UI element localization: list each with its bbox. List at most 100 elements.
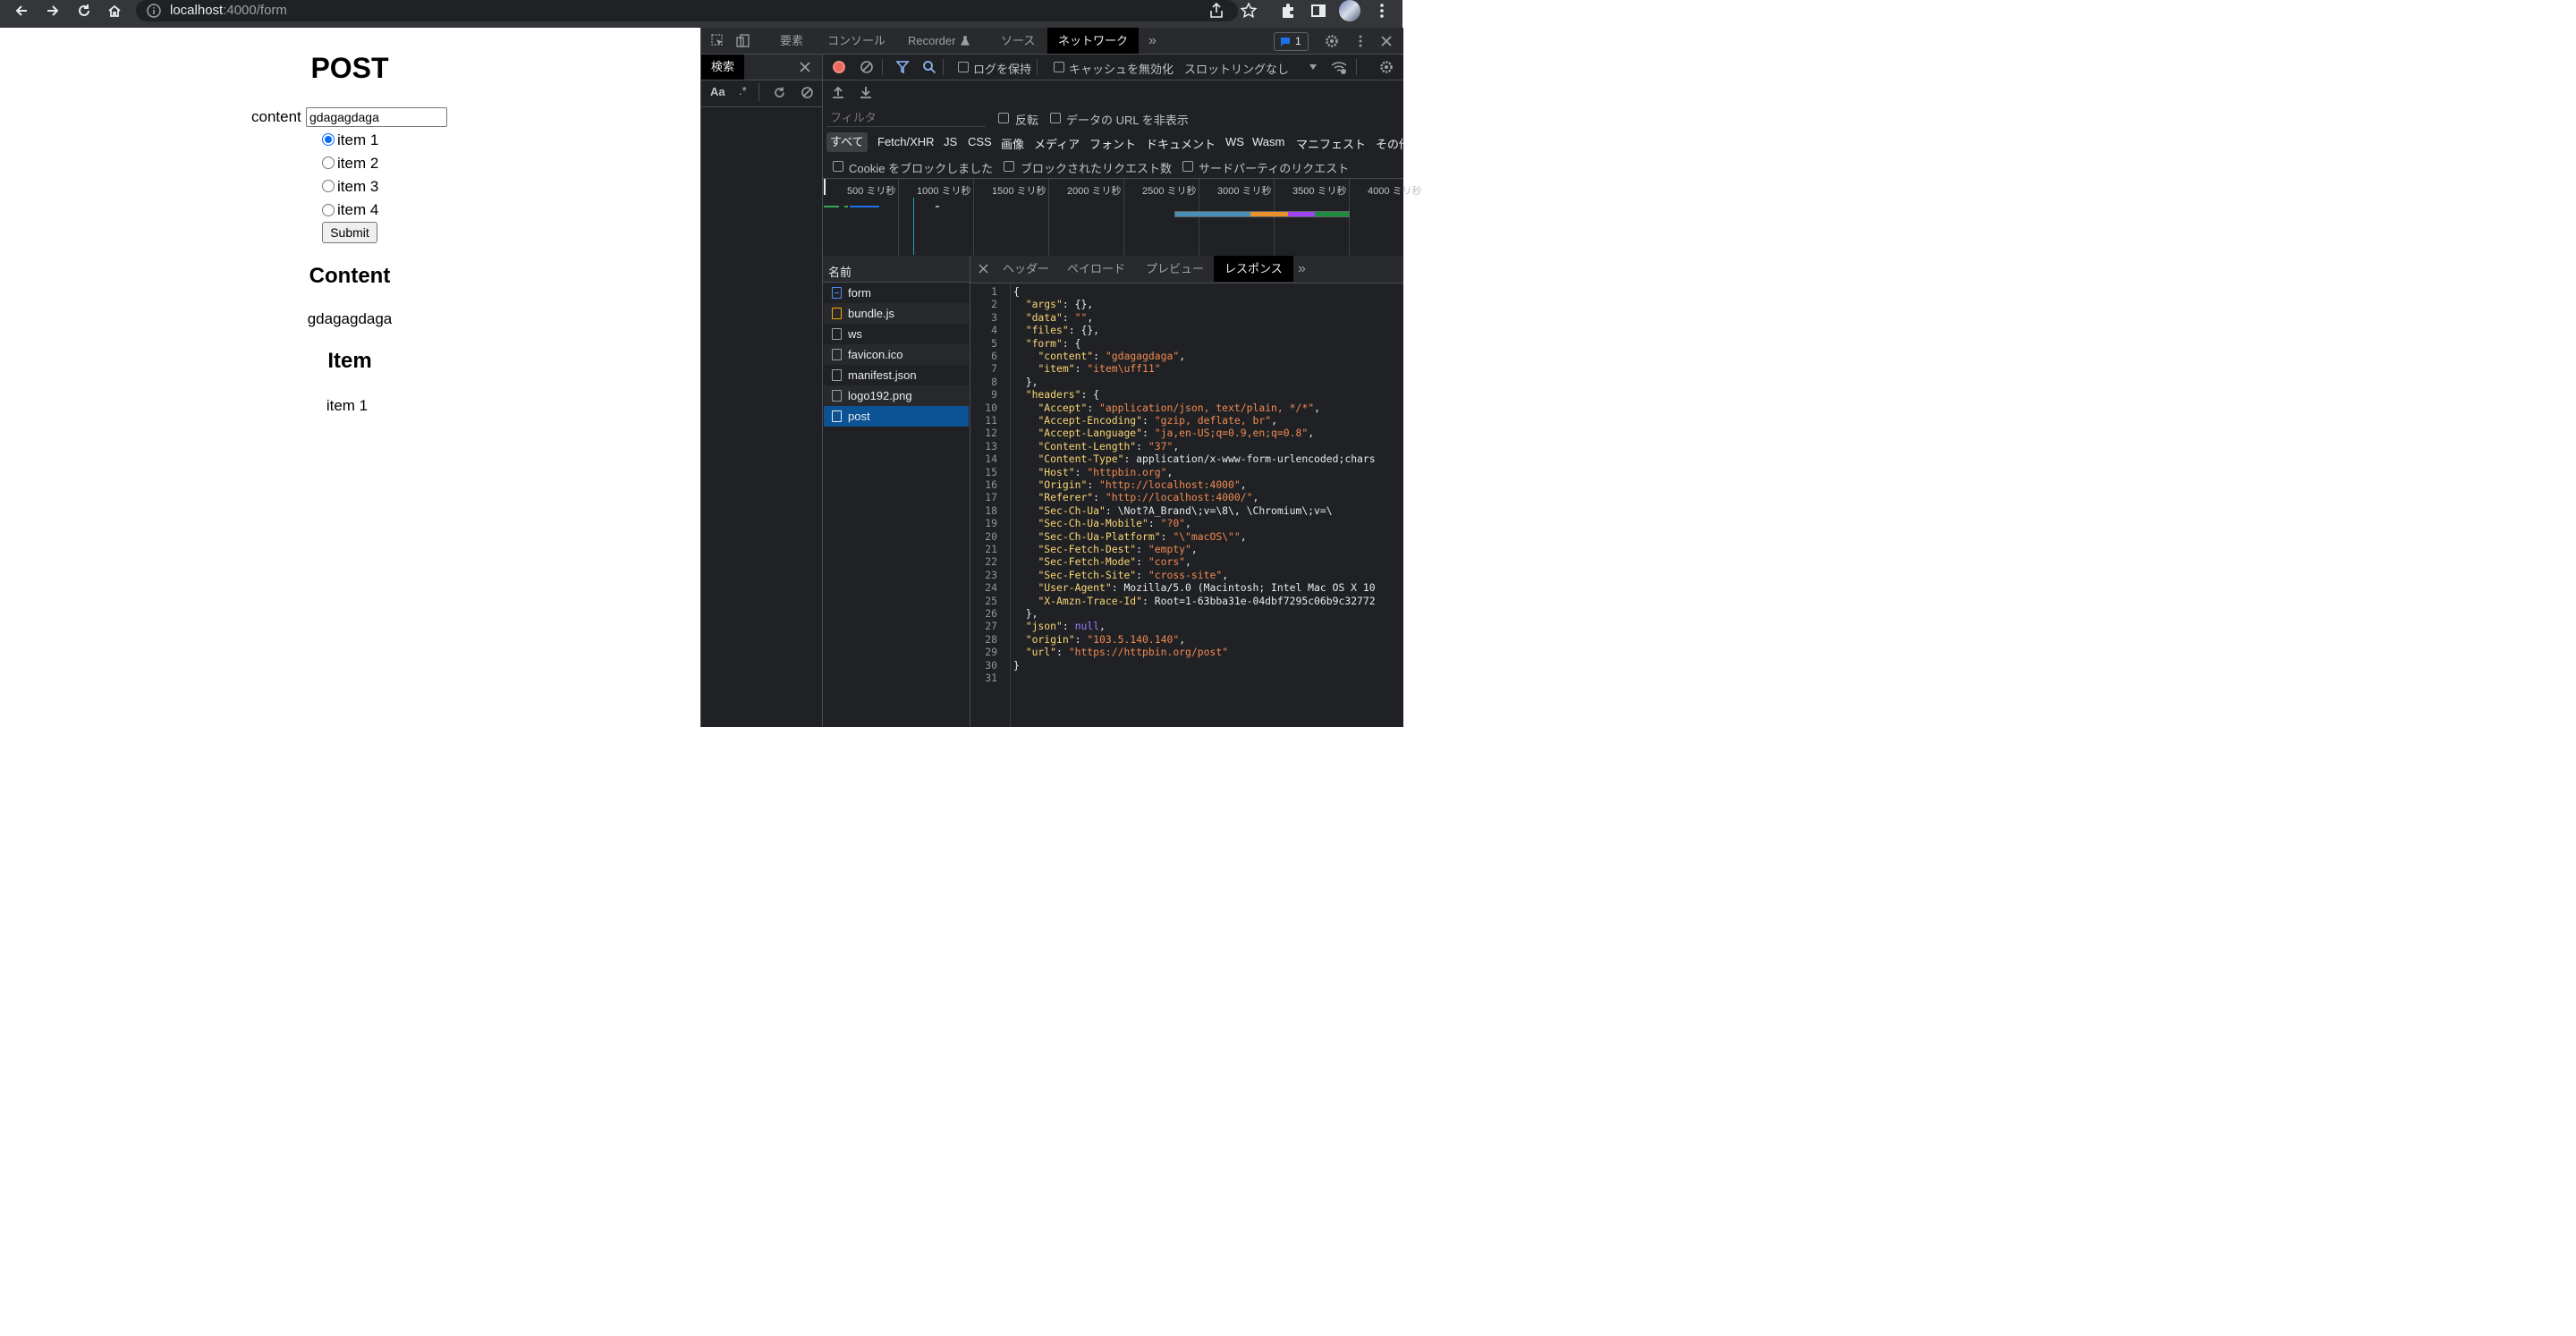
tab-search[interactable]: 検索 [701,55,745,80]
filter-input[interactable] [826,109,986,127]
third-party-checkbox[interactable] [1182,161,1193,172]
third-party-label[interactable]: サードパーティのリクエスト [1199,159,1349,176]
type-fetch-xhr[interactable]: Fetch/XHR [877,135,935,148]
network-conditions-wifi-icon[interactable] [1330,59,1348,75]
browser-menu-icon[interactable] [1373,2,1391,20]
response-body[interactable]: 1 {2 "args": {}, 3 "data": "", 4 "files": {… [970,285,1403,727]
detail-tab-payload[interactable]: ペイロード [1067,256,1125,282]
refresh-search-icon[interactable] [773,86,786,99]
type-media[interactable]: メディア [1034,135,1080,152]
regex-toggle[interactable]: .* [739,84,747,97]
tab-recorder[interactable]: Recorder [908,28,955,54]
timeline-overview[interactable]: 500 ミリ秒 1000 ミリ秒 1500 ミリ秒 2000 ミリ秒 2500 … [823,178,1422,257]
inspect-element-icon[interactable] [711,34,724,47]
type-wasm[interactable]: Wasm [1252,135,1284,148]
close-search-icon[interactable] [800,62,810,72]
url-text[interactable]: localhost:4000/form [170,3,287,18]
blocked-cookies-checkbox[interactable] [833,161,843,172]
radio-label-item-2[interactable]: item 2 [337,155,378,173]
close-devtools-icon[interactable] [1380,35,1393,47]
timeline-start-handle[interactable] [824,179,826,195]
type-font[interactable]: フォント [1089,135,1136,152]
type-doc[interactable]: ドキュメント [1146,135,1216,152]
settings-gear-icon[interactable] [1325,34,1339,48]
request-row-favicon[interactable]: favicon.ico [824,344,969,365]
tab-sources[interactable]: ソース [1001,28,1035,54]
throttling-select[interactable]: スロットリングなし [1184,60,1289,77]
radio-item-4[interactable] [322,204,335,216]
type-js[interactable]: JS [944,135,957,148]
invert-checkbox[interactable] [998,113,1009,123]
request-row-ws[interactable]: ws [824,324,969,344]
forward-button[interactable] [39,0,66,21]
network-settings-gear-icon[interactable] [1379,60,1394,74]
blocked-requests-checkbox[interactable] [1004,161,1014,172]
radio-label-item-1[interactable]: item 1 [337,131,378,149]
radio-label-item-3[interactable]: item 3 [337,178,378,196]
extensions-puzzle-icon[interactable] [1279,2,1297,20]
preserve-log-checkbox[interactable] [958,62,969,72]
type-manifest[interactable]: マニフェスト [1296,135,1366,152]
tab-elements[interactable]: 要素 [780,28,803,54]
radio-item-2[interactable] [322,156,335,169]
device-toolbar-icon[interactable] [736,34,750,47]
reload-icon [79,4,89,16]
home-button[interactable] [101,0,128,21]
type-other[interactable]: その他 [1376,135,1403,152]
profile-avatar[interactable] [1339,0,1360,21]
blocked-requests-label[interactable]: ブロックされたリクエスト数 [1021,159,1172,176]
content-input[interactable] [306,107,447,127]
share-icon[interactable] [1208,2,1225,20]
side-panel-icon[interactable] [1309,2,1327,20]
export-har-icon[interactable] [860,85,872,99]
disable-cache-label[interactable]: キャッシュを無効化 [1069,60,1174,77]
close-detail-icon[interactable] [979,264,988,274]
tab-console[interactable]: コンソール [827,28,886,54]
clear-search-icon[interactable] [801,86,814,99]
detail-tab-preview[interactable]: プレビュー [1146,256,1204,282]
radio-label-item-4[interactable]: item 4 [337,201,378,219]
devtools-menu-icon[interactable] [1353,34,1368,48]
disable-cache-checkbox[interactable] [1054,62,1064,72]
match-case-toggle[interactable]: Aa [710,85,725,98]
reload-button[interactable] [71,0,97,21]
clear-log-icon[interactable] [860,60,874,74]
request-row-post[interactable]: post [824,406,969,427]
type-ws[interactable]: WS [1225,135,1244,148]
tab-network[interactable]: ネットワーク [1047,28,1140,54]
back-button[interactable] [8,0,35,21]
throttling-dropdown-icon[interactable] [1309,63,1318,71]
import-har-icon[interactable] [832,85,844,99]
issues-badge[interactable]: 1 [1274,32,1309,51]
response-line: "Sec-Fetch-Site": "cross-site", [1038,568,1229,581]
more-tabs-chevron-icon[interactable]: » [1148,28,1157,54]
preserve-log-label[interactable]: ログを保持 [973,60,1031,77]
name-column-header[interactable]: 名前 [828,263,852,280]
address-bar[interactable]: localhost:4000/form [136,0,1238,21]
search-icon[interactable] [922,60,936,74]
filter-funnel-icon[interactable] [895,60,910,74]
response-line: }, [1013,607,1038,620]
radio-item-1[interactable] [322,133,335,146]
submit-button[interactable]: Submit [322,222,377,243]
hide-data-urls-label[interactable]: データの URL を非表示 [1066,111,1189,128]
type-img[interactable]: 画像 [1001,135,1024,152]
detail-tab-headers[interactable]: ヘッダー [1003,256,1049,282]
request-row-logo192[interactable]: logo192.png [824,385,969,406]
record-icon[interactable] [832,60,846,74]
type-css[interactable]: CSS [968,135,992,148]
radio-item-3[interactable] [322,180,335,192]
request-row-bundle-js[interactable]: bundle.js [824,303,969,324]
info-icon[interactable] [146,3,162,19]
bookmark-star-icon[interactable] [1240,2,1258,20]
blocked-cookies-label[interactable]: Cookie をブロックしました [849,159,993,176]
type-all[interactable]: すべて [826,132,868,152]
response-line: "origin": "103.5.140.140", [1025,632,1186,646]
invert-label[interactable]: 反転 [1015,111,1038,128]
hide-data-urls-checkbox[interactable] [1050,113,1061,123]
request-row-form[interactable]: form [824,283,969,303]
more-detail-tabs-chevron-icon[interactable]: » [1298,256,1306,282]
request-row-manifest[interactable]: manifest.json [824,365,969,385]
detail-tab-response[interactable]: レスポンス [1214,256,1293,282]
browser-toolbar: localhost:4000/form [0,0,1402,28]
